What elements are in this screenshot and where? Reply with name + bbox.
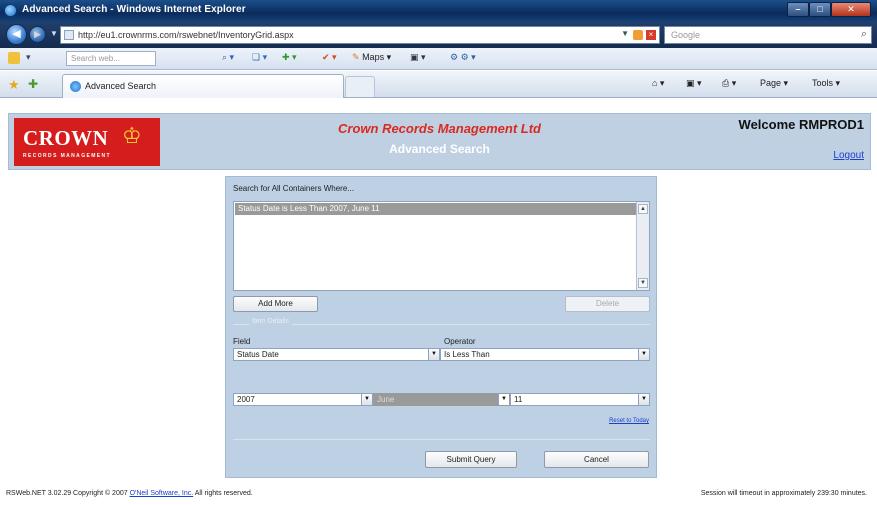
new-tab-button[interactable] (345, 76, 375, 97)
site-header: CROWN ♔ RECORDS MANAGEMENT Crown Records… (8, 113, 871, 170)
web-page: CROWN ♔ RECORDS MANAGEMENT Crown Records… (0, 99, 877, 481)
search-heading: Search for All Containers Where... (233, 184, 354, 193)
criteria-item[interactable]: Status Date is Less Than 2007, June 11 (235, 203, 636, 215)
day-select[interactable]: 11 ▼ (510, 393, 650, 406)
field-label: Field (233, 337, 251, 346)
page-title: Advanced Search (389, 142, 490, 156)
session-timeout-notice: Session will timeout in approximately 23… (700, 490, 867, 497)
criteria-listbox[interactable]: Status Date is Less Than 2007, June 11 ▲… (233, 201, 650, 291)
tab-page-icon (70, 81, 81, 92)
browser-search-placeholder: Google (671, 30, 701, 40)
toolbar-window-icon[interactable]: ▣ ▾ (410, 52, 426, 63)
toolbar-search-icon[interactable]: ⌕ ▾ (222, 52, 234, 63)
add-more-button[interactable]: Add More (233, 296, 318, 312)
year-select[interactable]: 2007 ▼ (233, 393, 373, 406)
chevron-down-icon[interactable]: ▼ (498, 394, 509, 405)
scroll-up-icon[interactable]: ▲ (638, 204, 648, 214)
field-select-value: Status Date (237, 350, 279, 359)
vendor-link[interactable]: O'Neil Software, Inc. (130, 490, 194, 497)
operator-label: Operator (444, 337, 476, 346)
window-title-bar: Advanced Search - Windows Internet Explo… (0, 0, 877, 22)
submit-query-button[interactable]: Submit Query (425, 451, 517, 468)
toolbar-maps-button[interactable]: ✎ Maps ▾ (352, 52, 391, 63)
browser-search-field[interactable]: Google ⌕ (664, 26, 872, 44)
address-dropdown-icon[interactable]: ▼ (621, 29, 629, 38)
back-button[interactable]: ◀ (6, 24, 27, 45)
tab-advanced-search[interactable]: Advanced Search (62, 74, 344, 98)
print-icon[interactable]: ⎙ ▾ (722, 78, 736, 89)
ie-logo-icon (4, 4, 17, 17)
refresh-icon[interactable] (633, 30, 643, 40)
logout-link[interactable]: Logout (833, 150, 864, 161)
item-details-legend: Item Details (249, 318, 292, 325)
copyright: RSWeb.NET 3.02.29 Copyright © 2007 O'Nei… (6, 490, 253, 497)
toolbar-settings-icon[interactable]: ⚙ ⚙ ▾ (450, 52, 476, 63)
delete-button[interactable]: Delete (565, 296, 650, 312)
window-controls: – □ ✕ (787, 2, 871, 18)
item-details-divider (233, 324, 650, 325)
address-url[interactable]: http://eu1.crownrms.com/rswebnet/Invento… (78, 30, 294, 40)
toolbar-menu-icon[interactable]: ▾ (26, 52, 31, 63)
chevron-down-icon[interactable]: ▼ (638, 394, 649, 405)
address-toolbar: ◀ ▶ ▼ http://eu1.crownrms.com/rswebnet/I… (0, 22, 877, 48)
tools-menu[interactable]: Tools ▾ (812, 78, 840, 89)
day-select-value: 11 (514, 395, 523, 404)
maximize-button[interactable]: □ (809, 2, 831, 17)
year-select-value: 2007 (237, 395, 255, 404)
search-icon[interactable]: ⌕ (861, 28, 867, 41)
operator-select-value: Is Less Than (444, 350, 490, 359)
welcome-message: Welcome RMPROD1 (738, 117, 864, 132)
month-select[interactable]: June ▼ (373, 393, 510, 406)
recent-pages-dropdown-icon[interactable]: ▼ (50, 29, 58, 38)
address-field[interactable]: http://eu1.crownrms.com/rswebnet/Invento… (60, 26, 660, 44)
chevron-down-icon[interactable]: ▼ (638, 349, 649, 360)
page-menu[interactable]: Page ▾ (760, 78, 788, 89)
advanced-search-panel: Search for All Containers Where... Statu… (225, 176, 657, 478)
toolbar-logo-icon (8, 52, 20, 64)
toolbar-puzzle-icon[interactable]: ❏ ▾ (252, 52, 267, 63)
home-icon[interactable]: ⌂ ▾ (652, 78, 664, 89)
addon-toolbar: ▾ Search web... ⌕ ▾ ❏ ▾ ✚ ▾ ✔ ▾ ✎ Maps ▾… (0, 48, 877, 70)
tab-title: Advanced Search (85, 81, 157, 91)
toolbar-plus-icon[interactable]: ✚ ▾ (282, 52, 297, 63)
feeds-icon[interactable]: ▣ ▾ (686, 78, 702, 89)
page-icon (64, 30, 74, 40)
month-select-value: June (377, 395, 395, 404)
copyright-suffix: All rights reserved. (193, 490, 253, 497)
scroll-down-icon[interactable]: ▼ (638, 278, 648, 288)
cancel-button[interactable]: Cancel (544, 451, 649, 468)
field-select[interactable]: Status Date ▼ (233, 348, 440, 361)
operator-select[interactable]: Is Less Than ▼ (440, 348, 650, 361)
minimize-button[interactable]: – (787, 2, 809, 17)
toolbar-search-input[interactable]: Search web... (66, 51, 156, 66)
maps-label: Maps (362, 52, 385, 62)
add-favorite-icon[interactable]: ✚ (28, 77, 38, 91)
page-footer: RSWeb.NET 3.02.29 Copyright © 2007 O'Nei… (0, 484, 877, 505)
favorites-star-icon[interactable]: ★ (8, 77, 20, 93)
forward-button[interactable]: ▶ (29, 26, 46, 43)
chevron-down-icon[interactable]: ▼ (361, 394, 372, 405)
copyright-prefix: RSWeb.NET 3.02.29 Copyright © 2007 (6, 490, 130, 497)
tab-bar: ★ ✚ Advanced Search ⌂ ▾ ▣ ▾ ⎙ ▾ Page ▾ T… (0, 71, 877, 98)
criteria-scrollbar[interactable]: ▲ ▼ (636, 202, 649, 290)
close-button[interactable]: ✕ (831, 2, 871, 17)
toolbar-check-icon[interactable]: ✔ ▾ (322, 52, 337, 63)
actions-divider (233, 439, 650, 440)
reset-to-today-link[interactable]: Reset to Today (609, 418, 649, 424)
chevron-down-icon[interactable]: ▼ (428, 349, 439, 360)
stop-icon[interactable]: × (646, 30, 656, 40)
window-title: Advanced Search - Windows Internet Explo… (22, 4, 246, 15)
